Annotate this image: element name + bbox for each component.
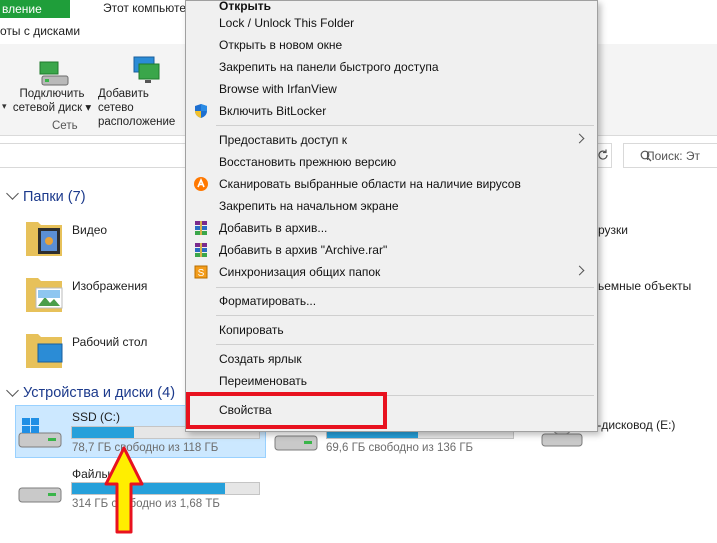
map-network-drive-label-2-text: сетевой диск [12,102,83,114]
context-menu: Открыть Lock / Unlock This Folder Открыт… [185,0,598,432]
tab-manage[interactable]: вление [0,0,70,18]
folder-label-video[interactable]: Видео [72,223,107,237]
drive-usage-bar-files [71,482,260,495]
sync-icon: S [193,264,209,280]
network-drive-icon [36,58,72,88]
winrar-icon [193,242,209,258]
menu-item-lock-unlock[interactable]: Lock / Unlock This Folder [186,12,597,34]
drive-free-c: 78,7 ГБ свободно из 118 ГБ [72,442,219,454]
map-network-drive-button[interactable]: Подключить сетевой диск ▾ [10,87,94,115]
menu-item-rename-label: Переименовать [219,374,307,388]
menu-item-copy[interactable]: Копировать [186,319,597,341]
video-folder-icon [22,216,66,260]
menu-item-lock-unlock-label: Lock / Unlock This Folder [219,16,355,30]
menu-item-create-shortcut-label: Создать ярлык [219,352,302,366]
search-icon [640,150,652,162]
menu-separator [216,344,594,345]
add-network-location-label-2: расположение [98,116,176,128]
menu-separator [216,315,594,316]
menu-item-share-with-label: Предоставить доступ к [219,133,347,147]
dropdown-arrow-icon[interactable]: ▾ [2,101,7,112]
folder-label-downloads[interactable]: рузки [598,223,628,237]
menu-separator [216,287,594,288]
folder-label-images[interactable]: Изображения [72,279,147,293]
menu-item-pin-quick-access-label: Закрепить на панели быстрого доступа [219,60,439,74]
menu-item-bitlocker[interactable]: Включить BitLocker [186,100,597,122]
menu-item-restore-version[interactable]: Восстановить прежнюю версию [186,151,597,173]
svg-text:S: S [198,268,205,279]
folder-label-3d-objects[interactable]: ьемные объекты [598,279,691,293]
menu-item-format[interactable]: Форматировать... [186,290,597,312]
submenu-arrow-icon [574,265,585,276]
tab-this-computer[interactable]: Этот компьютер [103,0,193,18]
map-network-drive-label-1: Подключить [19,88,85,100]
menu-item-sync-folders[interactable]: S Синхронизация общих папок [186,261,597,283]
network-location-icon [131,54,163,86]
menu-item-bitlocker-label: Включить BitLocker [219,104,327,118]
collapse-devices-icon[interactable] [6,384,19,397]
menu-item-add-archive-rar[interactable]: Добавить в архив "Archive.rar" [186,239,597,261]
shield-icon [193,103,209,119]
avast-icon [193,176,209,192]
folders-section-title[interactable]: Папки (7) [23,189,86,205]
yellow-arrow-icon [103,446,145,534]
drive-free-files: 314 ГБ свободно из 1,68 ТБ [72,498,220,510]
search-input[interactable]: Поиск: Эт [623,143,717,168]
highlight-box [186,392,387,429]
ribbon-group-network: Сеть [52,120,78,132]
refresh-icon[interactable] [596,148,610,162]
add-network-location-button[interactable]: Добавить сетево расположение [98,87,186,129]
menu-item-rename[interactable]: Переименовать [186,370,597,392]
menu-item-add-archive[interactable]: Добавить в архив... [186,217,597,239]
menu-item-create-shortcut[interactable]: Создать ярлык [186,348,597,370]
desktop-folder-icon [22,328,66,372]
menu-item-add-archive-label: Добавить в архив... [219,221,328,235]
subtab-disk-tools[interactable]: оты с дисками [0,24,80,38]
menu-item-share-with[interactable]: Предоставить доступ к [186,129,597,151]
menu-item-irfanview[interactable]: Browse with IrfanView [186,78,597,100]
menu-item-scan-viruses-label: Сканировать выбранные области на наличие… [219,177,521,191]
menu-item-pin-start-label: Закрепить на начальном экране [219,199,399,213]
menu-item-pin-start[interactable]: Закрепить на начальном экране [186,195,597,217]
images-folder-icon [22,272,66,316]
submenu-arrow-icon [574,133,585,144]
menu-item-format-label: Форматировать... [219,294,317,308]
drive-free-2: 69,6 ГБ свободно из 136 ГБ [326,442,474,454]
menu-item-sync-folders-label: Синхронизация общих папок [219,265,381,279]
menu-item-copy-label: Копировать [219,323,284,337]
files-drive-icon [18,482,62,508]
devices-section-title[interactable]: Устройства и диски (4) [23,385,175,401]
winrar-icon [193,220,209,236]
menu-item-irfanview-label: Browse with IrfanView [219,82,337,96]
menu-item-restore-version-label: Восстановить прежнюю версию [219,155,397,169]
add-network-location-label-1: Добавить сетево [98,88,149,114]
map-network-drive-label-2: сетевой диск ▾ [12,102,92,114]
menu-item-open-new-window-label: Открыть в новом окне [219,38,343,52]
menu-item-add-archive-rar-label: Добавить в архив "Archive.rar" [219,243,388,257]
drive-name-c: SSD (C:) [72,410,120,424]
menu-item-scan-viruses[interactable]: Сканировать выбранные области на наличие… [186,173,597,195]
menu-separator [216,125,594,126]
hard-drive-icon [274,430,318,454]
system-drive-icon [18,417,62,451]
drive-usage-fill-files [72,483,226,494]
menu-item-open-new-window[interactable]: Открыть в новом окне [186,34,597,56]
collapse-folders-icon[interactable] [6,187,19,200]
folder-label-desktop[interactable]: Рабочий стол [72,335,147,349]
menu-item-pin-quick-access[interactable]: Закрепить на панели быстрого доступа [186,56,597,78]
search-placeholder: Поиск: Эт [646,149,701,163]
drive-usage-fill-c [72,427,134,438]
